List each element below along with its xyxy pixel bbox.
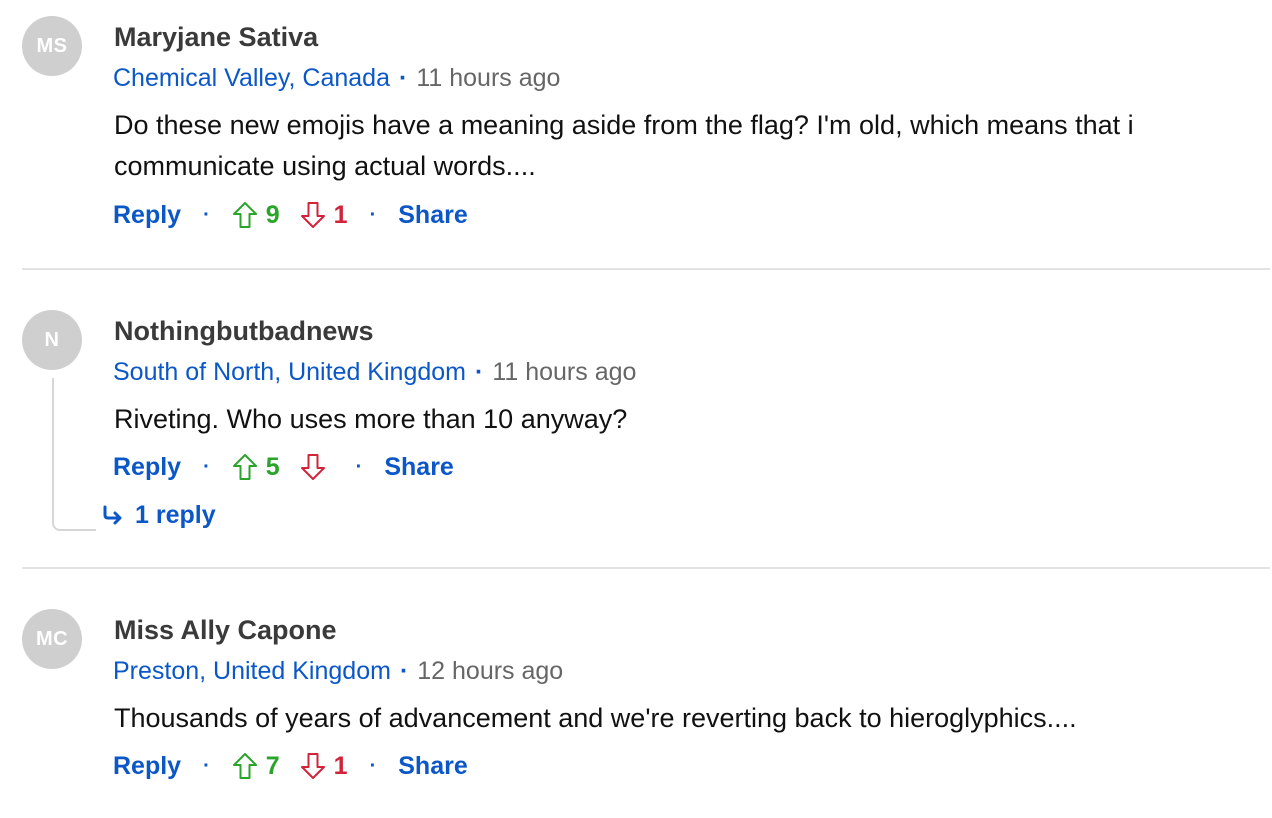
comment-author[interactable]: Nothingbutbadnews [114,314,373,348]
comment-time: 11 hours ago [416,64,561,92]
share-button[interactable]: Share [398,201,467,230]
upvote-count: 5 [265,452,280,481]
downvote-count: 1 [333,751,348,780]
upvote-button[interactable]: 9 [232,201,300,230]
comment-author[interactable]: Miss Ally Capone [114,613,337,647]
reply-button[interactable]: Reply [113,453,181,482]
arrow-up-icon [232,753,257,779]
arrow-down-icon [300,753,325,779]
replies-count-label: 1 reply [135,501,216,529]
comment-time: 12 hours ago [417,657,564,685]
arrow-down-icon [300,454,325,480]
upvote-count: 9 [265,200,280,229]
reply-arrow-icon [103,505,122,525]
comment-location[interactable]: Chemical Valley, Canada [113,64,390,92]
comment-meta: Chemical Valley, Canada · 11 hours ago [113,62,560,94]
share-button[interactable]: Share [398,752,467,781]
comment-location[interactable]: Preston, United Kingdom [113,657,391,685]
downvote-button[interactable]: 1 [300,752,348,781]
comment-text: Riveting. Who uses more than 10 anyway? [114,404,628,434]
comment-location[interactable]: South of North, United Kingdom [113,358,466,386]
upvote-button[interactable]: 7 [232,752,300,781]
avatar[interactable]: MS [22,16,82,76]
arrow-up-icon [232,202,257,228]
comment-meta: South of North, United Kingdom · 11 hours … [113,356,636,388]
avatar[interactable]: N [22,310,82,370]
downvote-count: 1 [333,200,348,229]
reply-button[interactable]: Reply [113,752,181,781]
comment-meta: Preston, United Kingdom · 12 hours ago [113,655,563,687]
comment-text: Thousands of years of advancement and we… [114,703,1077,733]
action-separator: · [203,203,210,226]
action-separator: · [203,754,210,777]
share-button[interactable]: Share [384,453,453,482]
meta-separator: · [474,358,484,386]
comment-time: 11 hours ago [492,358,637,386]
arrow-down-icon [300,202,325,228]
upvote-count: 7 [265,751,280,780]
comment-divider [22,567,1270,569]
meta-separator: · [399,64,408,92]
downvote-button[interactable]: 1 [300,201,348,230]
action-separator: · [369,203,377,226]
action-separator: · [355,455,363,478]
arrow-up-icon [232,454,257,480]
view-replies-link[interactable]: 1 reply [103,498,216,532]
comment-divider [22,268,1270,270]
action-separator: · [369,754,377,777]
comment-actions: Reply · 5 · Share [113,450,454,484]
comment-actions: Reply · 9 1 · Share [113,198,468,232]
action-separator: · [203,455,210,478]
meta-separator: · [399,657,409,685]
downvote-button[interactable] [300,453,334,481]
comment-author[interactable]: Maryjane Sativa [114,20,318,54]
avatar[interactable]: MC [22,609,82,669]
reply-button[interactable]: Reply [113,201,181,230]
comment-actions: Reply · 7 1 · Share [113,749,468,783]
comment: MS Maryjane Sativa Chemical Valley, Cana… [0,16,1272,246]
comment: MC Miss Ally Capone Preston, United King… [0,609,1272,809]
upvote-button[interactable]: 5 [232,453,300,482]
comment-text: Do these new emojis have a meaning aside… [114,110,1134,181]
